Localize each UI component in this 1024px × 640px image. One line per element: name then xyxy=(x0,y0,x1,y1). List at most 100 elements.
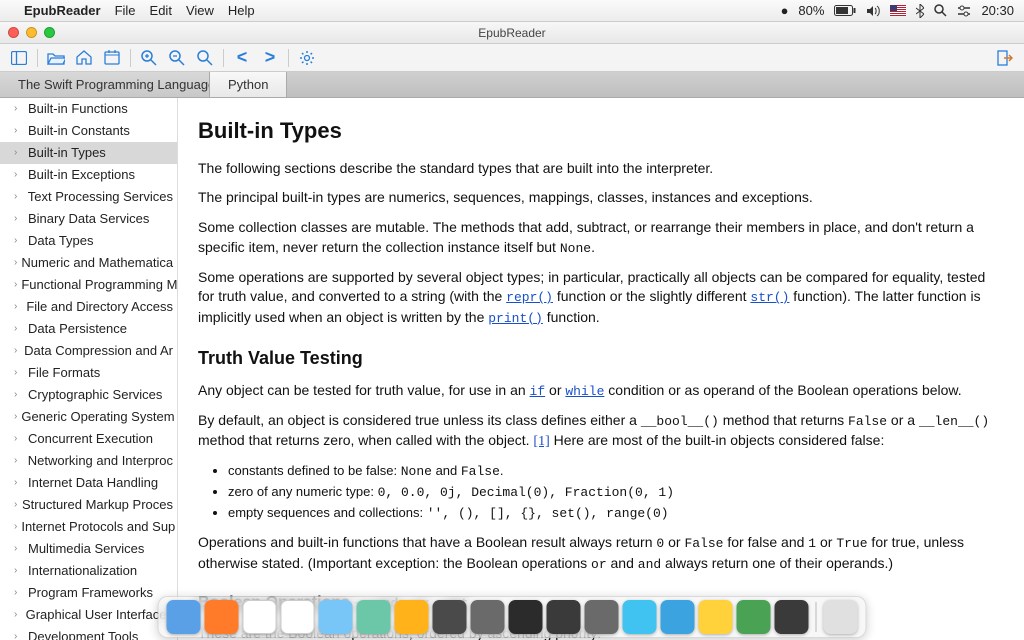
menu-help[interactable]: Help xyxy=(228,3,255,18)
sidebar-toggle-button[interactable] xyxy=(6,47,32,69)
while-link[interactable]: while xyxy=(565,384,604,399)
dock-app[interactable] xyxy=(167,600,201,634)
sidebar-item[interactable]: ›Concurrent Execution xyxy=(0,428,177,450)
dock-app[interactable] xyxy=(395,600,429,634)
sidebar-item-label: Concurrent Execution xyxy=(28,430,153,448)
list-item: zero of any numeric type: 0, 0.0, 0j, De… xyxy=(228,483,1004,502)
chevron-right-icon: › xyxy=(14,122,24,140)
flag-icon[interactable] xyxy=(890,5,906,16)
sidebar-item-label: Development Tools xyxy=(28,628,138,640)
sidebar-item-label: Internet Data Handling xyxy=(28,474,158,492)
dock-app[interactable] xyxy=(585,600,619,634)
sidebar[interactable]: ›Built-in Functions›Built-in Constants›B… xyxy=(0,98,178,640)
sidebar-item[interactable]: ›Built-in Constants xyxy=(0,120,177,142)
paragraph: Some collection classes are mutable. The… xyxy=(198,218,1004,258)
sidebar-item[interactable]: ›Internationalization xyxy=(0,560,177,582)
dock-app[interactable] xyxy=(661,600,695,634)
next-page-button[interactable]: > xyxy=(257,47,283,69)
volume-icon[interactable] xyxy=(866,5,880,17)
window-title: EpubReader xyxy=(478,26,545,40)
sidebar-item[interactable]: ›Generic Operating System xyxy=(0,406,177,428)
menu-view[interactable]: View xyxy=(186,3,214,18)
sidebar-item[interactable]: ›Built-in Exceptions xyxy=(0,164,177,186)
bluetooth-icon[interactable] xyxy=(916,4,924,18)
clock[interactable]: 20:30 xyxy=(981,3,1014,18)
dock-app[interactable] xyxy=(509,600,543,634)
sidebar-item[interactable]: ›Data Persistence xyxy=(0,318,177,340)
menu-edit[interactable]: Edit xyxy=(150,3,172,18)
sidebar-item[interactable]: ›Binary Data Services xyxy=(0,208,177,230)
sidebar-item[interactable]: ›Cryptographic Services xyxy=(0,384,177,406)
print-link[interactable]: print() xyxy=(488,311,543,326)
sidebar-item-label: Multimedia Services xyxy=(28,540,144,558)
chevron-right-icon: › xyxy=(14,320,24,338)
sidebar-item[interactable]: ›Built-in Types xyxy=(0,142,177,164)
sidebar-item[interactable]: ›Text Processing Services xyxy=(0,186,177,208)
app-toolbar: < > xyxy=(0,44,1024,72)
sidebar-item[interactable]: ›Internet Protocols and Sup xyxy=(0,516,177,538)
dock-app[interactable] xyxy=(433,600,467,634)
dock-app[interactable] xyxy=(357,600,391,634)
date-page-button[interactable] xyxy=(99,47,125,69)
tab-python[interactable]: Python xyxy=(210,72,287,97)
sidebar-item[interactable]: ›Data Compression and Ar xyxy=(0,340,177,362)
dock-app[interactable] xyxy=(699,600,733,634)
search-icon[interactable] xyxy=(934,4,947,17)
zoom-in-button[interactable] xyxy=(136,47,162,69)
dock-app[interactable] xyxy=(319,600,353,634)
zoom-out-button[interactable] xyxy=(164,47,190,69)
dock-app[interactable] xyxy=(623,600,657,634)
control-center-icon[interactable] xyxy=(957,5,971,17)
chevron-right-icon: › xyxy=(14,606,22,624)
sidebar-item[interactable]: ›Functional Programming M xyxy=(0,274,177,296)
chevron-right-icon: › xyxy=(14,298,22,316)
section-heading: Truth Value Testing xyxy=(198,346,1004,371)
prev-page-button[interactable]: < xyxy=(229,47,255,69)
open-file-button[interactable] xyxy=(43,47,69,69)
str-link[interactable]: str() xyxy=(750,290,789,305)
zoom-window-button[interactable] xyxy=(44,27,55,38)
sidebar-item[interactable]: ›File Formats xyxy=(0,362,177,384)
tab-swift[interactable]: The Swift Programming Language … xyxy=(0,72,210,97)
dock-app[interactable] xyxy=(243,600,277,634)
sidebar-item[interactable]: ›File and Directory Access xyxy=(0,296,177,318)
dock-app[interactable] xyxy=(281,600,315,634)
if-link[interactable]: if xyxy=(530,384,546,399)
dock-app[interactable] xyxy=(547,600,581,634)
sidebar-item-label: Data Compression and Ar xyxy=(24,342,173,360)
mac-dock[interactable] xyxy=(158,596,867,638)
minimize-window-button[interactable] xyxy=(26,27,37,38)
menu-file[interactable]: File xyxy=(115,3,136,18)
repr-link[interactable]: repr() xyxy=(506,290,553,305)
list-item: constants defined to be false: None and … xyxy=(228,462,1004,481)
dock-app[interactable] xyxy=(775,600,809,634)
dock-app[interactable] xyxy=(737,600,771,634)
app-name[interactable]: EpubReader xyxy=(24,3,101,18)
settings-button[interactable] xyxy=(294,47,320,69)
sidebar-item[interactable]: ›Numeric and Mathematica xyxy=(0,252,177,274)
sidebar-item-label: Functional Programming M xyxy=(21,276,177,294)
battery-text[interactable]: 80% xyxy=(798,3,824,18)
sidebar-item-label: Binary Data Services xyxy=(28,210,149,228)
sidebar-item[interactable]: ›Built-in Functions xyxy=(0,98,177,120)
content-area[interactable]: Built-in Types The following sections de… xyxy=(178,98,1024,640)
sidebar-item[interactable]: ›Internet Data Handling xyxy=(0,472,177,494)
sidebar-item[interactable]: ›Data Types xyxy=(0,230,177,252)
chevron-right-icon: › xyxy=(14,496,18,514)
dock-app[interactable] xyxy=(205,600,239,634)
sidebar-item[interactable]: ›Graphical User Interfaces xyxy=(0,604,177,626)
sidebar-item[interactable]: ›Structured Markup Proces xyxy=(0,494,177,516)
footnote-ref[interactable]: [1] xyxy=(533,434,549,449)
sidebar-item[interactable]: ›Development Tools xyxy=(0,626,177,640)
chevron-right-icon: › xyxy=(14,364,24,382)
home-button[interactable] xyxy=(71,47,97,69)
sidebar-item[interactable]: ›Program Frameworks xyxy=(0,582,177,604)
sidebar-item[interactable]: ›Networking and Interproc xyxy=(0,450,177,472)
dock-app[interactable] xyxy=(824,600,858,634)
close-window-button[interactable] xyxy=(8,27,19,38)
dock-app[interactable] xyxy=(471,600,505,634)
exit-button[interactable] xyxy=(992,47,1018,69)
zoom-reset-button[interactable] xyxy=(192,47,218,69)
sidebar-item[interactable]: ›Multimedia Services xyxy=(0,538,177,560)
chevron-right-icon: › xyxy=(14,474,24,492)
